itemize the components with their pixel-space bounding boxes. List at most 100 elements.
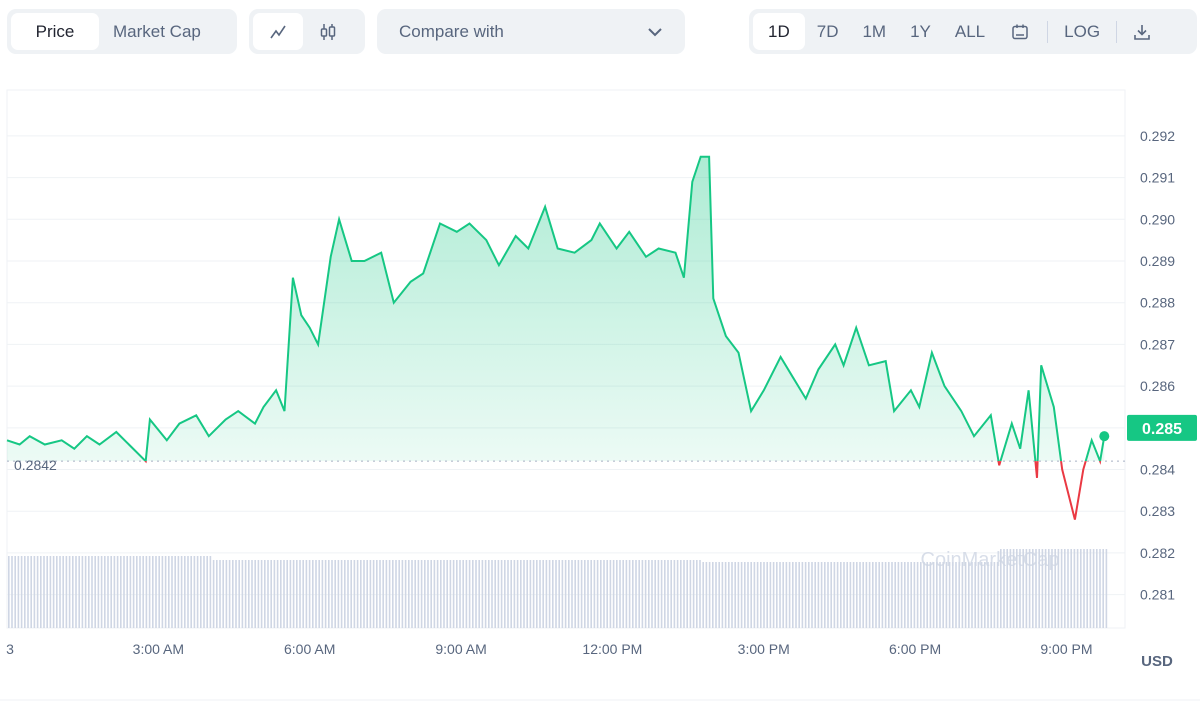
volume-bar xyxy=(104,556,106,628)
volume-bar xyxy=(292,560,295,628)
volume-bar xyxy=(920,562,922,628)
volume-bar xyxy=(516,560,519,628)
volume-bar xyxy=(404,560,407,628)
volume-bar xyxy=(491,560,493,628)
x-tick-label: 3:00 AM xyxy=(133,641,184,657)
volume-bar xyxy=(849,562,852,628)
volume-bar xyxy=(308,560,311,628)
volume-bar xyxy=(136,556,138,628)
volume-bar xyxy=(353,560,356,628)
volume-bar xyxy=(756,562,759,628)
volume-bar xyxy=(132,556,135,628)
volume-bar xyxy=(1102,549,1104,628)
x-axis: 3 3:00 AM 6:00 AM 9:00 AM 12:00 PM 3:00 PM 6:0… xyxy=(6,641,1092,657)
volume-bar xyxy=(926,562,928,628)
volume-bar xyxy=(699,560,701,628)
x-tick-label: 3:00 PM xyxy=(738,641,790,657)
volume-bar xyxy=(420,560,423,628)
volume-bar xyxy=(347,560,349,628)
volume-bar xyxy=(571,560,573,628)
volume-bar xyxy=(459,560,461,628)
volume-bar xyxy=(276,560,279,628)
volume-bar xyxy=(718,562,720,628)
volume-bar xyxy=(660,560,663,628)
volume-bar xyxy=(91,556,93,628)
volume-bar xyxy=(110,556,112,628)
volume-bar xyxy=(334,560,336,628)
volume-bar xyxy=(590,560,592,628)
x-tick-label: 3 xyxy=(6,641,14,657)
volume-bar xyxy=(827,562,829,628)
volume-bar xyxy=(238,560,240,628)
volume-bar xyxy=(152,556,154,628)
volume-bar xyxy=(788,562,791,628)
volume-bar xyxy=(536,560,538,628)
volume-bar xyxy=(436,560,439,628)
volume-bar xyxy=(401,560,404,628)
volume-bar xyxy=(20,556,23,628)
volume-bar xyxy=(62,556,64,628)
volume-bar xyxy=(78,556,80,628)
price-chart[interactable]: CoinMarketCap 0.2842 0.281 0.282 0.283 0.28… xyxy=(0,0,1200,703)
volume-bar xyxy=(888,562,890,628)
volume-bar xyxy=(203,556,205,628)
last-price-dot xyxy=(1099,431,1110,442)
volume-bar xyxy=(804,562,807,628)
volume-bar xyxy=(193,556,196,628)
volume-bar xyxy=(468,560,471,628)
volume-bar xyxy=(840,562,842,628)
volume-bar xyxy=(88,556,90,628)
volume-bar xyxy=(740,562,743,628)
volume-bar xyxy=(360,560,362,628)
volume-bar xyxy=(126,556,128,628)
volume-bar xyxy=(820,562,823,628)
volume-bar xyxy=(843,562,845,628)
volume-bar xyxy=(577,560,580,628)
volume-bar xyxy=(1080,549,1082,628)
volume-bar xyxy=(724,562,727,628)
volume-bar xyxy=(632,560,634,628)
volume-bar xyxy=(977,562,980,628)
volume-bar xyxy=(913,562,916,628)
volume-bar xyxy=(305,560,308,628)
y-tick-label: 0.291 xyxy=(1140,170,1175,186)
volume-bar xyxy=(625,560,628,628)
volume-bar xyxy=(216,560,218,628)
volume-bar xyxy=(228,560,231,628)
volume-bar xyxy=(731,562,733,628)
volume-bar xyxy=(241,560,244,628)
volume-bar xyxy=(340,560,343,628)
volume-bar xyxy=(449,560,452,628)
volume-bar xyxy=(948,562,951,628)
volume-bar xyxy=(283,560,285,628)
volume-bar xyxy=(644,560,647,628)
volume-bar xyxy=(244,560,247,628)
volume-bar xyxy=(36,556,39,628)
x-tick-label: 9:00 PM xyxy=(1040,641,1092,657)
volume-bar xyxy=(936,562,938,628)
volume-bar xyxy=(708,562,711,628)
volume-bar xyxy=(676,560,679,628)
baseline-label: 0.2842 xyxy=(14,457,57,473)
volume-bar xyxy=(817,562,820,628)
volume-bar xyxy=(145,556,148,628)
volume-bar xyxy=(564,560,567,628)
y-tick-label: 0.287 xyxy=(1140,336,1175,352)
volume-bar xyxy=(478,560,480,628)
volume-bar xyxy=(424,560,426,628)
volume-bar xyxy=(180,556,183,628)
volume-bar xyxy=(411,560,413,628)
volume-bar xyxy=(318,560,320,628)
y-tick-label: 0.283 xyxy=(1140,503,1175,519)
volume-bar xyxy=(8,556,10,628)
volume-bar xyxy=(971,562,973,628)
volume-bar xyxy=(286,560,288,628)
volume-bar xyxy=(830,562,832,628)
volume-bar xyxy=(1076,549,1079,628)
volume-bar xyxy=(68,556,71,628)
volume-bar xyxy=(651,560,653,628)
price-area-fill xyxy=(7,156,1105,462)
volume-bar xyxy=(628,560,631,628)
volume-bar xyxy=(763,562,765,628)
volume-bar xyxy=(27,556,29,628)
